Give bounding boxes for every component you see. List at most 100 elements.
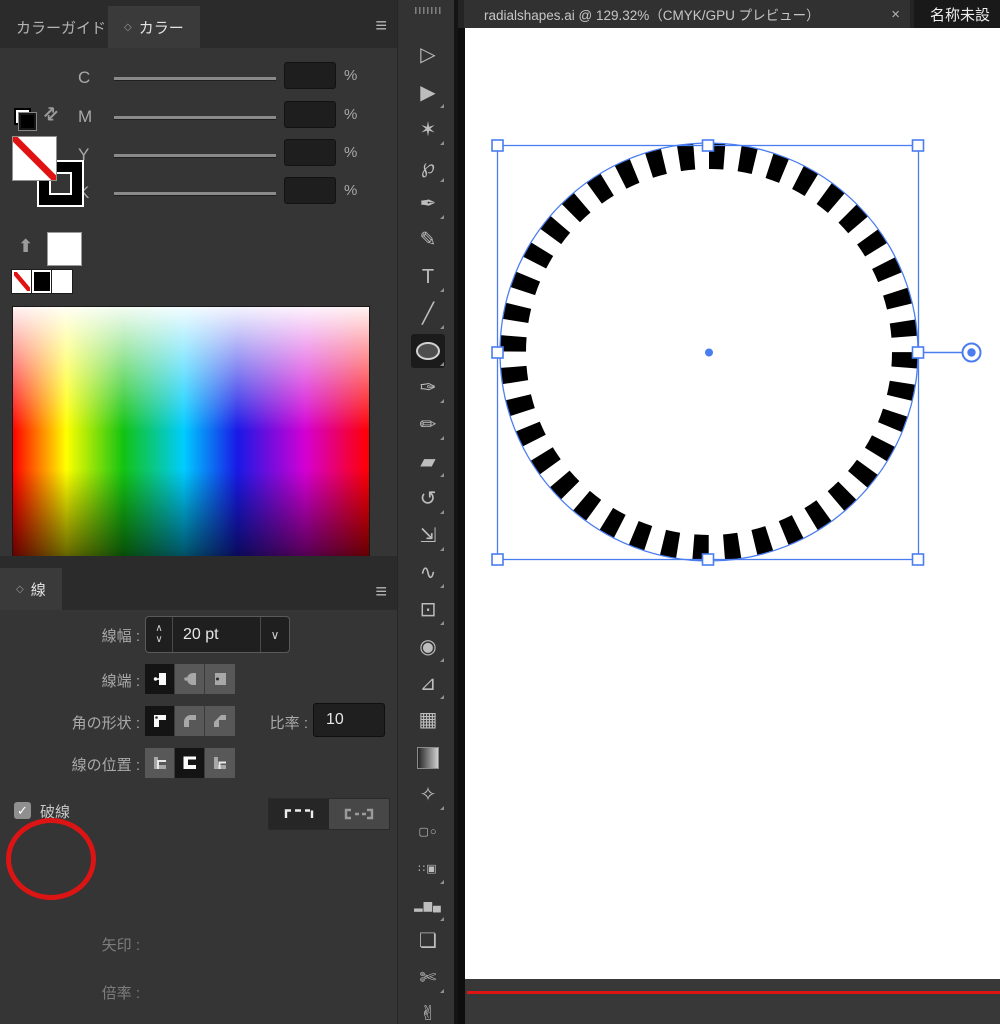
cap-butt-button[interactable] <box>145 664 175 694</box>
color-panel-tabbar: カラーガイド ◇ カラー ≡ <box>0 0 397 48</box>
panel-divider <box>0 556 397 566</box>
artboard-tool[interactable]: ❏ <box>411 924 445 958</box>
stroke-weight-dropdown[interactable]: ∨ <box>261 617 289 652</box>
stroke-weight-control: ∧ ∨ 20 pt ∨ <box>145 616 290 653</box>
type-tool[interactable]: T <box>411 260 445 294</box>
slider-label-m: M <box>78 107 93 126</box>
eraser-tool[interactable]: ▰ <box>411 445 445 479</box>
slider-row-m: M % <box>0 101 397 132</box>
stroke-weight-value[interactable]: 20 pt <box>173 617 261 652</box>
eyedropper-tool[interactable]: ✧ <box>411 778 445 812</box>
miter-label: 比率 : <box>269 715 308 732</box>
gradient-tool[interactable] <box>411 741 445 775</box>
tab-color[interactable]: ◇ カラー <box>108 6 200 48</box>
mesh-tool[interactable]: ▦ <box>411 703 445 737</box>
slider-value-y[interactable] <box>284 139 336 166</box>
cap-projecting-button[interactable] <box>205 664 235 694</box>
direct-selection-tool[interactable]: ▶ <box>411 76 445 110</box>
column-graph-tool[interactable]: ▂▆▄ <box>411 889 445 923</box>
align-outside-button[interactable] <box>205 748 235 778</box>
rotate-tool-icon: ↺ <box>419 488 437 510</box>
slider-value-c[interactable] <box>284 62 336 89</box>
ellipse-tool-icon <box>416 342 440 360</box>
slider-track-m[interactable] <box>114 116 276 120</box>
rotate-tool[interactable]: ↺ <box>411 482 445 516</box>
cap-projecting-icon <box>215 673 226 685</box>
tab-stroke[interactable]: ◇ 線 <box>0 568 62 610</box>
color-panel-menu-icon[interactable]: ≡ <box>375 16 387 36</box>
fill-swatch-none[interactable] <box>12 136 57 181</box>
slider-value-k[interactable] <box>284 177 336 204</box>
align-dashes-icon <box>344 808 374 820</box>
pen-tool[interactable]: ✒ <box>411 187 445 221</box>
collapse-icon[interactable]: ◇ <box>16 584 24 595</box>
preserve-dashes-button[interactable] <box>269 799 329 829</box>
perspective-grid-tool[interactable]: ⊿ <box>411 667 445 701</box>
toolbar-grip[interactable] <box>415 7 441 14</box>
slice-tool[interactable]: ✄ <box>411 961 445 995</box>
ellipse-tool[interactable] <box>411 334 445 368</box>
stroke-weight-label: 線幅 : <box>101 628 140 645</box>
curvature-tool[interactable]: ✎ <box>411 223 445 257</box>
collapse-icon[interactable]: ◇ <box>124 22 132 33</box>
align-label: 線の位置 : <box>71 757 140 774</box>
magic-wand-tool[interactable]: ✶ <box>411 113 445 147</box>
eyedropper-tool-icon: ✧ <box>419 784 437 806</box>
swatch-none[interactable] <box>11 269 33 294</box>
slider-track-c[interactable] <box>114 77 276 81</box>
join-miter-button[interactable] <box>145 706 175 736</box>
lasso-tool-icon: ℘ <box>421 156 435 178</box>
slider-value-m[interactable] <box>284 101 336 128</box>
last-color-swatch[interactable] <box>47 232 82 266</box>
shape-builder-tool[interactable]: ◉ <box>411 630 445 664</box>
document-tab-inactive[interactable]: 名称未設 <box>914 0 1000 28</box>
stepper-up-icon[interactable]: ∧ <box>155 623 162 635</box>
document-tab-inactive-label: 名称未設 <box>930 6 991 24</box>
document-title: radialshapes.ai @ 129.32%（CMYK/GPU プレビュー… <box>484 8 820 23</box>
up-arrow-icon[interactable]: ⬆ <box>18 236 33 257</box>
arrow-scale-label: 倍率 : <box>101 985 140 1002</box>
cap-butt-icon <box>153 673 166 685</box>
align-dashes-button[interactable] <box>329 799 389 829</box>
gradient-tool-icon <box>417 747 439 769</box>
type-tool-icon: T <box>421 266 435 288</box>
stroke-weight-stepper[interactable]: ∧ ∨ <box>146 617 173 652</box>
line-segment-tool[interactable]: ╱ <box>411 297 445 331</box>
canvas-edge <box>458 28 465 1024</box>
tab-color-guide[interactable]: カラーガイド <box>0 6 122 48</box>
dashed-line-checkbox[interactable]: ✓ <box>14 802 31 819</box>
slider-track-k[interactable] <box>114 192 276 196</box>
close-icon[interactable]: × <box>891 6 900 23</box>
hand-tool[interactable]: ✌ <box>411 997 445 1024</box>
swatch-white[interactable] <box>51 269 73 294</box>
join-round-icon <box>183 715 196 727</box>
lasso-tool[interactable]: ℘ <box>411 150 445 184</box>
selected-dashed-circle[interactable] <box>465 28 1000 979</box>
slider-track-y[interactable] <box>114 154 276 158</box>
free-transform-tool[interactable]: ⊡ <box>411 593 445 627</box>
align-inside-button[interactable] <box>175 748 205 778</box>
width-tool[interactable]: ∿ <box>411 556 445 590</box>
align-center-button[interactable] <box>145 748 175 778</box>
symbol-sprayer-tool[interactable]: ∷▣ <box>411 852 445 886</box>
join-round-button[interactable] <box>175 706 205 736</box>
scale-tool[interactable]: ⇲ <box>411 519 445 553</box>
shaper-tool-icon: ✏ <box>419 414 437 436</box>
quick-swatches <box>11 269 73 294</box>
document-tab-active[interactable]: radialshapes.ai @ 129.32%（CMYK/GPU プレビュー… <box>464 0 910 28</box>
shaper-tool[interactable]: ✏ <box>411 408 445 442</box>
stepper-down-icon[interactable]: ∨ <box>155 634 162 646</box>
stroke-panel-menu-icon[interactable]: ≡ <box>375 582 387 602</box>
slice-tool-icon: ✄ <box>419 967 437 989</box>
stroke-panel-tabbar: ◇ 線 ≡ <box>0 566 397 610</box>
selection-tool-icon: ▷ <box>420 44 436 66</box>
pasteboard-bottom <box>465 979 1000 1024</box>
blend-tool[interactable]: ▢○ <box>411 815 445 849</box>
cap-round-button[interactable] <box>175 664 205 694</box>
artboard-canvas[interactable] <box>465 28 1000 979</box>
paintbrush-tool[interactable]: ✑ <box>411 371 445 405</box>
miter-value-input[interactable]: 10 <box>313 703 385 737</box>
selection-tool[interactable]: ▷ <box>411 38 445 72</box>
swatch-black[interactable] <box>31 269 53 294</box>
cap-button-group <box>145 664 235 694</box>
